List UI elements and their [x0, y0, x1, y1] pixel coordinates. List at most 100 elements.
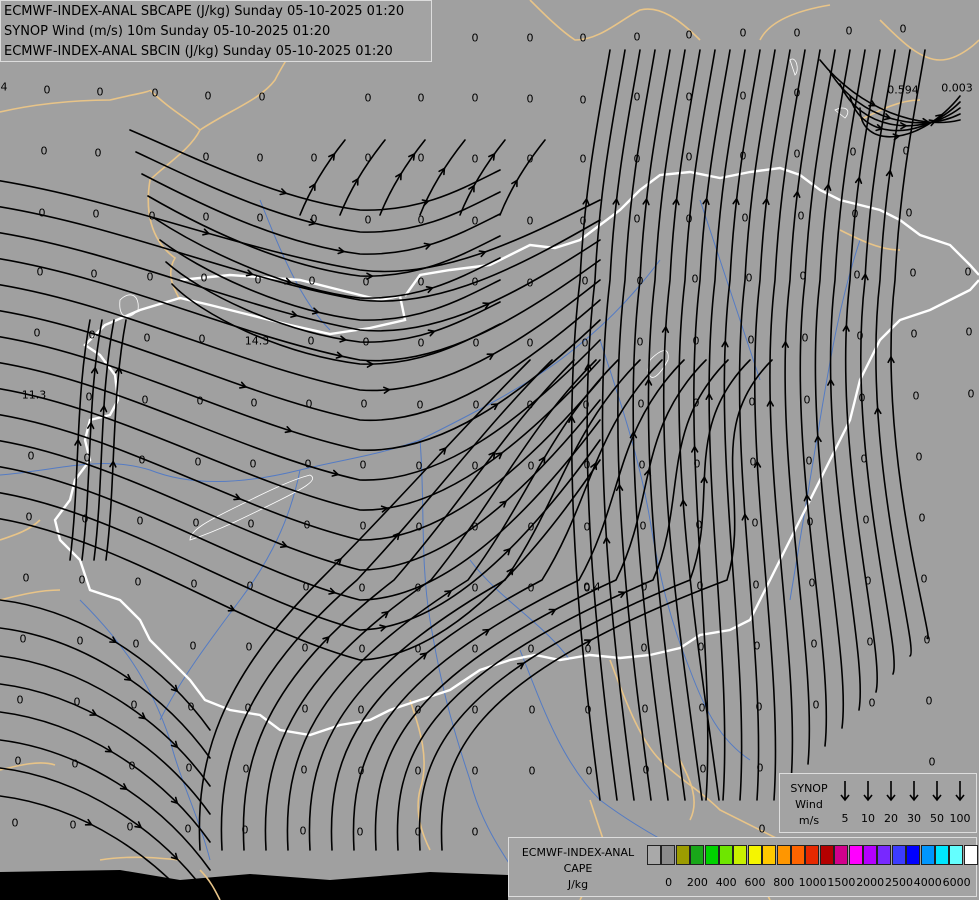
cape-value-label: 0: [810, 637, 818, 651]
cape-value-label: 0: [360, 397, 368, 411]
cape-value-label: 0: [300, 763, 308, 777]
cape-value-label: 0: [358, 581, 366, 595]
cape-value-label: 0.4: [583, 580, 601, 594]
cape-value-label: 0: [472, 336, 480, 350]
cape-legend-title-3: J/kg: [567, 878, 589, 891]
cape-value-label: 0: [909, 266, 917, 280]
title-synop-wind: SYNOP Wind (m/s) 10m Sunday 05-10-2025 0…: [4, 24, 331, 39]
cape-value-label: 0: [11, 816, 19, 830]
cape-value-label: 0: [471, 825, 479, 839]
cape-value-label: 0: [685, 212, 693, 226]
cape-value-label: 0: [641, 702, 649, 716]
wind-arrow-icon: [931, 780, 943, 802]
cape-color-swatch: [848, 845, 863, 865]
cape-value-label: 0: [43, 83, 51, 97]
cape-value-label: 0: [579, 152, 587, 166]
cape-value-label: 0: [417, 151, 425, 165]
cape-value-label: 0: [417, 275, 425, 289]
cape-value-label: 0: [128, 759, 136, 773]
cape-legend-tick: 0: [665, 876, 673, 889]
cape-value-label: 0: [256, 151, 264, 165]
cape-value-label: 0: [194, 455, 202, 469]
cape-value-label: 0: [364, 91, 372, 105]
cape-value-label: 0: [417, 336, 425, 350]
cape-value-label: 0: [249, 457, 257, 471]
cape-color-swatch: [935, 845, 949, 865]
cape-value-label: 0: [579, 214, 587, 228]
cape-value-label: 0: [96, 85, 104, 99]
cape-value-label: 0: [696, 579, 704, 593]
cape-value-label: 0: [359, 519, 367, 533]
cape-value-label: 0: [362, 275, 370, 289]
streamline: [723, 49, 761, 801]
cape-value-label: 0: [242, 762, 250, 776]
cape-value-label: 0: [583, 458, 591, 472]
cape-color-swatch: [949, 845, 964, 865]
cape-value-label: 0: [692, 334, 700, 348]
cape-value-label: 0: [415, 520, 423, 534]
cape-value-label: 0: [853, 268, 861, 282]
cape-value-label: 0: [915, 450, 923, 464]
cape-value-label: 0: [793, 86, 801, 100]
streamline: [753, 49, 791, 801]
cape-value-label: 0: [414, 703, 422, 717]
cape-value-label: 0: [527, 459, 535, 473]
cape-legend-tick: 600: [744, 876, 766, 889]
cape-value-label: 0: [753, 639, 761, 653]
streamline: [0, 599, 211, 731]
wind-legend-speed: 10: [861, 812, 875, 825]
cape-value-label: 0: [134, 575, 142, 589]
cape-value-label: 0: [33, 326, 41, 340]
cape-value-label: 0: [912, 389, 920, 403]
cape-value-label: 0: [414, 642, 422, 656]
wind-legend-title-3: m/s: [798, 814, 820, 827]
cape-value-label: 0: [755, 700, 763, 714]
cape-value-label: 0: [739, 26, 747, 40]
wind-legend-speed: 20: [884, 812, 898, 825]
cape-value-label: 0: [803, 393, 811, 407]
cape-value-label: 0: [526, 31, 534, 45]
cape-value-label: 0: [471, 642, 479, 656]
cape-color-swatch: [776, 845, 791, 865]
cape-value-label: 0: [198, 332, 206, 346]
cape-color-swatch: [719, 845, 733, 865]
cape-value-label: 0: [414, 581, 422, 595]
cape-value-label: 0: [899, 22, 907, 36]
wind-arrow-icon: [908, 780, 920, 802]
cape-value-label: 0: [928, 755, 936, 769]
cape-value-label: 0: [40, 144, 48, 158]
cape-value-label: 0: [132, 637, 140, 651]
cape-value-label: 0: [364, 213, 372, 227]
cape-value-label: 0: [799, 269, 807, 283]
cape-color-swatch: [877, 845, 892, 865]
cape-value-label: 0: [633, 152, 641, 166]
cape-value-label: 0.003: [941, 81, 973, 95]
cape-value-label: 0: [741, 211, 749, 225]
cape-value-label: 0: [793, 26, 801, 40]
wind-arrow-icon: [839, 780, 851, 802]
cape-value-label: 0: [94, 146, 102, 160]
streamline: [339, 139, 386, 216]
cape-value-label: 0.594: [887, 83, 919, 97]
cape-value-label: 0: [258, 90, 266, 104]
cape-value-label: 0: [304, 457, 312, 471]
cape-value-label: 0: [582, 398, 590, 412]
cape-value-label: 0: [528, 764, 536, 778]
cape-value-label: 0: [471, 275, 479, 289]
cape-value-label: 0: [73, 695, 81, 709]
cape-value-label: 0: [416, 398, 424, 412]
streamline: [330, 359, 663, 851]
cape-color-swatch: [791, 845, 805, 865]
title-sbcin: ECMWF-INDEX-ANAL SBCIN (J/kg) Sunday 05-…: [4, 44, 393, 59]
cape-value-label: 0: [584, 642, 592, 656]
cape-value-label: 0: [78, 573, 86, 587]
cape-value-label: 0: [254, 273, 262, 287]
cape-value-label: 0: [192, 516, 200, 530]
cape-color-swatch: [747, 845, 762, 865]
cape-value-label: 0: [471, 459, 479, 473]
cape-value-label: 0: [633, 90, 641, 104]
cape-value-label: 0: [69, 818, 77, 832]
cape-value-label: 0: [415, 459, 423, 473]
cape-color-swatch: [963, 845, 978, 865]
wind-legend-title-1: SYNOP: [790, 782, 828, 795]
